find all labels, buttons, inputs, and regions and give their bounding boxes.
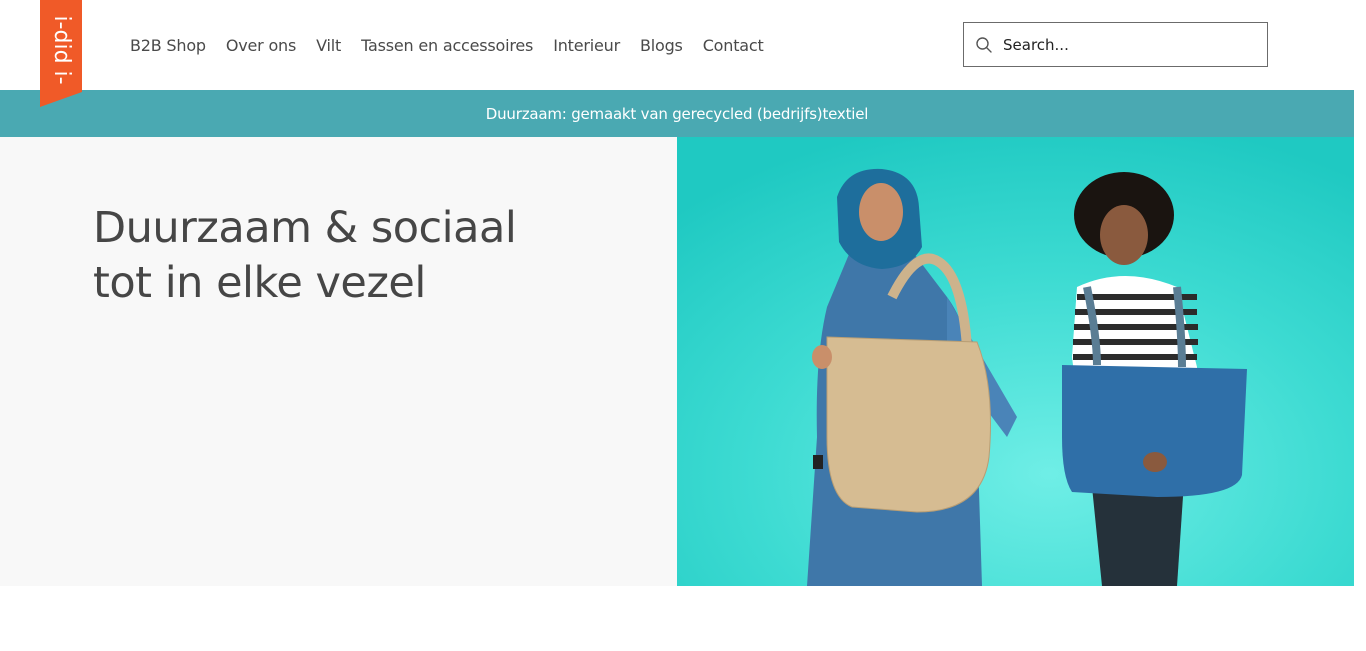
brand-logo[interactable]: i-did i- bbox=[40, 0, 82, 107]
hero-title-line-2: tot in elke vezel bbox=[93, 258, 426, 308]
hero-title-line-1: Duurzaam & sociaal bbox=[93, 203, 517, 253]
nav-item-contact[interactable]: Contact bbox=[703, 34, 764, 58]
search-box[interactable] bbox=[963, 22, 1268, 67]
banner-text: Duurzaam: gemaakt van gerecycled (bedrij… bbox=[485, 104, 869, 123]
hero-photo-illustration bbox=[677, 137, 1354, 586]
search-icon[interactable] bbox=[975, 36, 993, 54]
nav-item-tassen[interactable]: Tassen en accessoires bbox=[361, 34, 533, 58]
site-header: i-did i- B2B Shop Over ons Vilt Tassen e… bbox=[0, 0, 1366, 107]
nav-item-interieur[interactable]: Interieur bbox=[553, 34, 620, 58]
hero-section: Duurzaam & sociaal tot in elke vezel bbox=[0, 137, 1354, 586]
nav-item-b2b-shop[interactable]: B2B Shop bbox=[130, 34, 206, 58]
logo-text: i-did i- bbox=[49, 15, 74, 84]
nav-item-blogs[interactable]: Blogs bbox=[640, 34, 683, 58]
main-nav: B2B Shop Over ons Vilt Tassen en accesso… bbox=[130, 34, 784, 58]
scrollbar-gutter bbox=[1354, 0, 1366, 651]
hero-title: Duurzaam & sociaal tot in elke vezel bbox=[93, 201, 553, 311]
hero-image bbox=[677, 137, 1354, 586]
search-input[interactable] bbox=[1003, 35, 1243, 54]
nav-item-over-ons[interactable]: Over ons bbox=[226, 34, 296, 58]
hero-text-panel: Duurzaam & sociaal tot in elke vezel bbox=[0, 137, 677, 586]
announcement-banner: Duurzaam: gemaakt van gerecycled (bedrij… bbox=[0, 90, 1354, 137]
nav-item-vilt[interactable]: Vilt bbox=[316, 34, 341, 58]
